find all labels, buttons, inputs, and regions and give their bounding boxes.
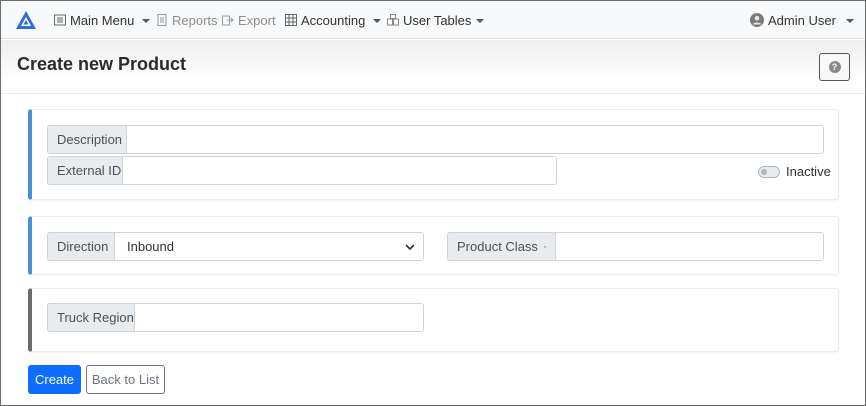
card-general: Description External ID Inactive [28, 109, 839, 200]
nav-user-label: Admin User [768, 12, 836, 28]
page-header: Create new Product ? [1, 40, 865, 94]
page-title: Create new Product [17, 54, 187, 74]
inactive-toggle[interactable] [758, 166, 780, 178]
export-icon [222, 15, 234, 26]
top-navbar: Main Menu Reports Export Accounting User… [1, 1, 865, 39]
direction-label: Direction [48, 233, 115, 260]
nav-reports-label: Reports [172, 12, 218, 28]
nav-main-menu-label: Main Menu [70, 12, 135, 28]
nav-user-tables[interactable]: User Tables [387, 1, 485, 39]
triangle-logo-icon[interactable] [15, 10, 37, 30]
app-window: Main Menu Reports Export Accounting User… [0, 0, 866, 406]
toggle-knob [761, 169, 767, 175]
question-icon: ? [828, 61, 841, 73]
nav-main-menu[interactable]: Main Menu [54, 1, 151, 39]
help-button[interactable]: ? [819, 53, 850, 81]
description-group: Description [47, 125, 824, 154]
grid-icon [285, 14, 297, 26]
tables-icon [387, 14, 399, 26]
chevron-down-icon [405, 243, 415, 250]
list-icon [54, 14, 66, 26]
direction-select[interactable]: Inbound [115, 233, 423, 260]
chevron-down-icon [476, 18, 485, 23]
nav-user-tables-label: User Tables [403, 12, 472, 28]
description-input[interactable] [127, 126, 823, 153]
nav-user-menu[interactable]: Admin User [750, 1, 854, 39]
external-id-input[interactable] [123, 157, 556, 184]
truck-region-input[interactable] [135, 304, 423, 331]
product-class-label: Product Class [457, 239, 538, 254]
nav-export-label: Export [238, 12, 276, 28]
product-class-label-box: Product Class [448, 233, 556, 260]
truck-region-group: Truck Region [47, 303, 424, 332]
chevron-down-icon [373, 18, 382, 23]
product-class-input[interactable] [556, 233, 823, 260]
back-to-list-button[interactable]: Back to List [86, 365, 165, 394]
document-icon [157, 14, 167, 26]
card-classification: Direction Inbound Product Class [28, 216, 839, 275]
external-link-icon[interactable] [543, 241, 546, 253]
external-id-group: External ID [47, 156, 557, 185]
description-label: Description [48, 126, 127, 153]
truck-region-label: Truck Region [48, 304, 135, 331]
nav-accounting-label: Accounting [301, 12, 366, 28]
chevron-down-icon [142, 18, 151, 23]
create-button[interactable]: Create [28, 365, 81, 394]
chevron-down-icon [845, 18, 854, 23]
inactive-label: Inactive [786, 164, 831, 179]
nav-reports[interactable]: Reports [156, 1, 218, 39]
external-id-label: External ID [48, 157, 123, 184]
nav-export[interactable]: Export [222, 1, 276, 39]
user-avatar-icon [750, 13, 764, 27]
direction-select-value: Inbound [127, 239, 174, 254]
nav-accounting[interactable]: Accounting [285, 1, 382, 39]
direction-group: Direction Inbound [47, 232, 424, 261]
card-logistics: Truck Region [28, 288, 839, 352]
product-class-group: Product Class [447, 232, 824, 261]
